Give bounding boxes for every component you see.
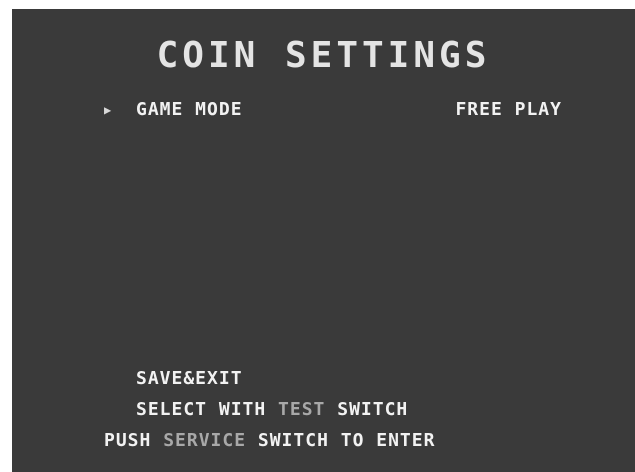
screen-title: COIN SETTINGS: [156, 35, 491, 76]
select-instruction: SELECT WITH TEST SWITCH: [136, 397, 408, 423]
save-exit-option[interactable]: SAVE&EXIT: [136, 366, 243, 392]
service-switch-label: SERVICE: [163, 430, 247, 451]
push-prefix: PUSH: [104, 430, 164, 451]
push-suffix: SWITCH TO ENTER: [246, 430, 436, 451]
cursor-arrow-icon: ▶: [104, 103, 112, 117]
menu-item-label: GAME MODE: [136, 99, 243, 120]
select-prefix: SELECT WITH: [136, 399, 279, 420]
test-switch-label: TEST: [278, 399, 326, 420]
menu-item-value: FREE PLAY: [455, 99, 562, 120]
enter-instruction: PUSH SERVICE SWITCH TO ENTER: [104, 428, 435, 454]
menu-item-game-mode[interactable]: ▶ GAME MODE FREE PLAY: [104, 97, 574, 123]
game-screen: COIN SETTINGS ▶ GAME MODE FREE PLAY SAVE…: [12, 9, 635, 472]
select-suffix: SWITCH: [325, 399, 409, 420]
